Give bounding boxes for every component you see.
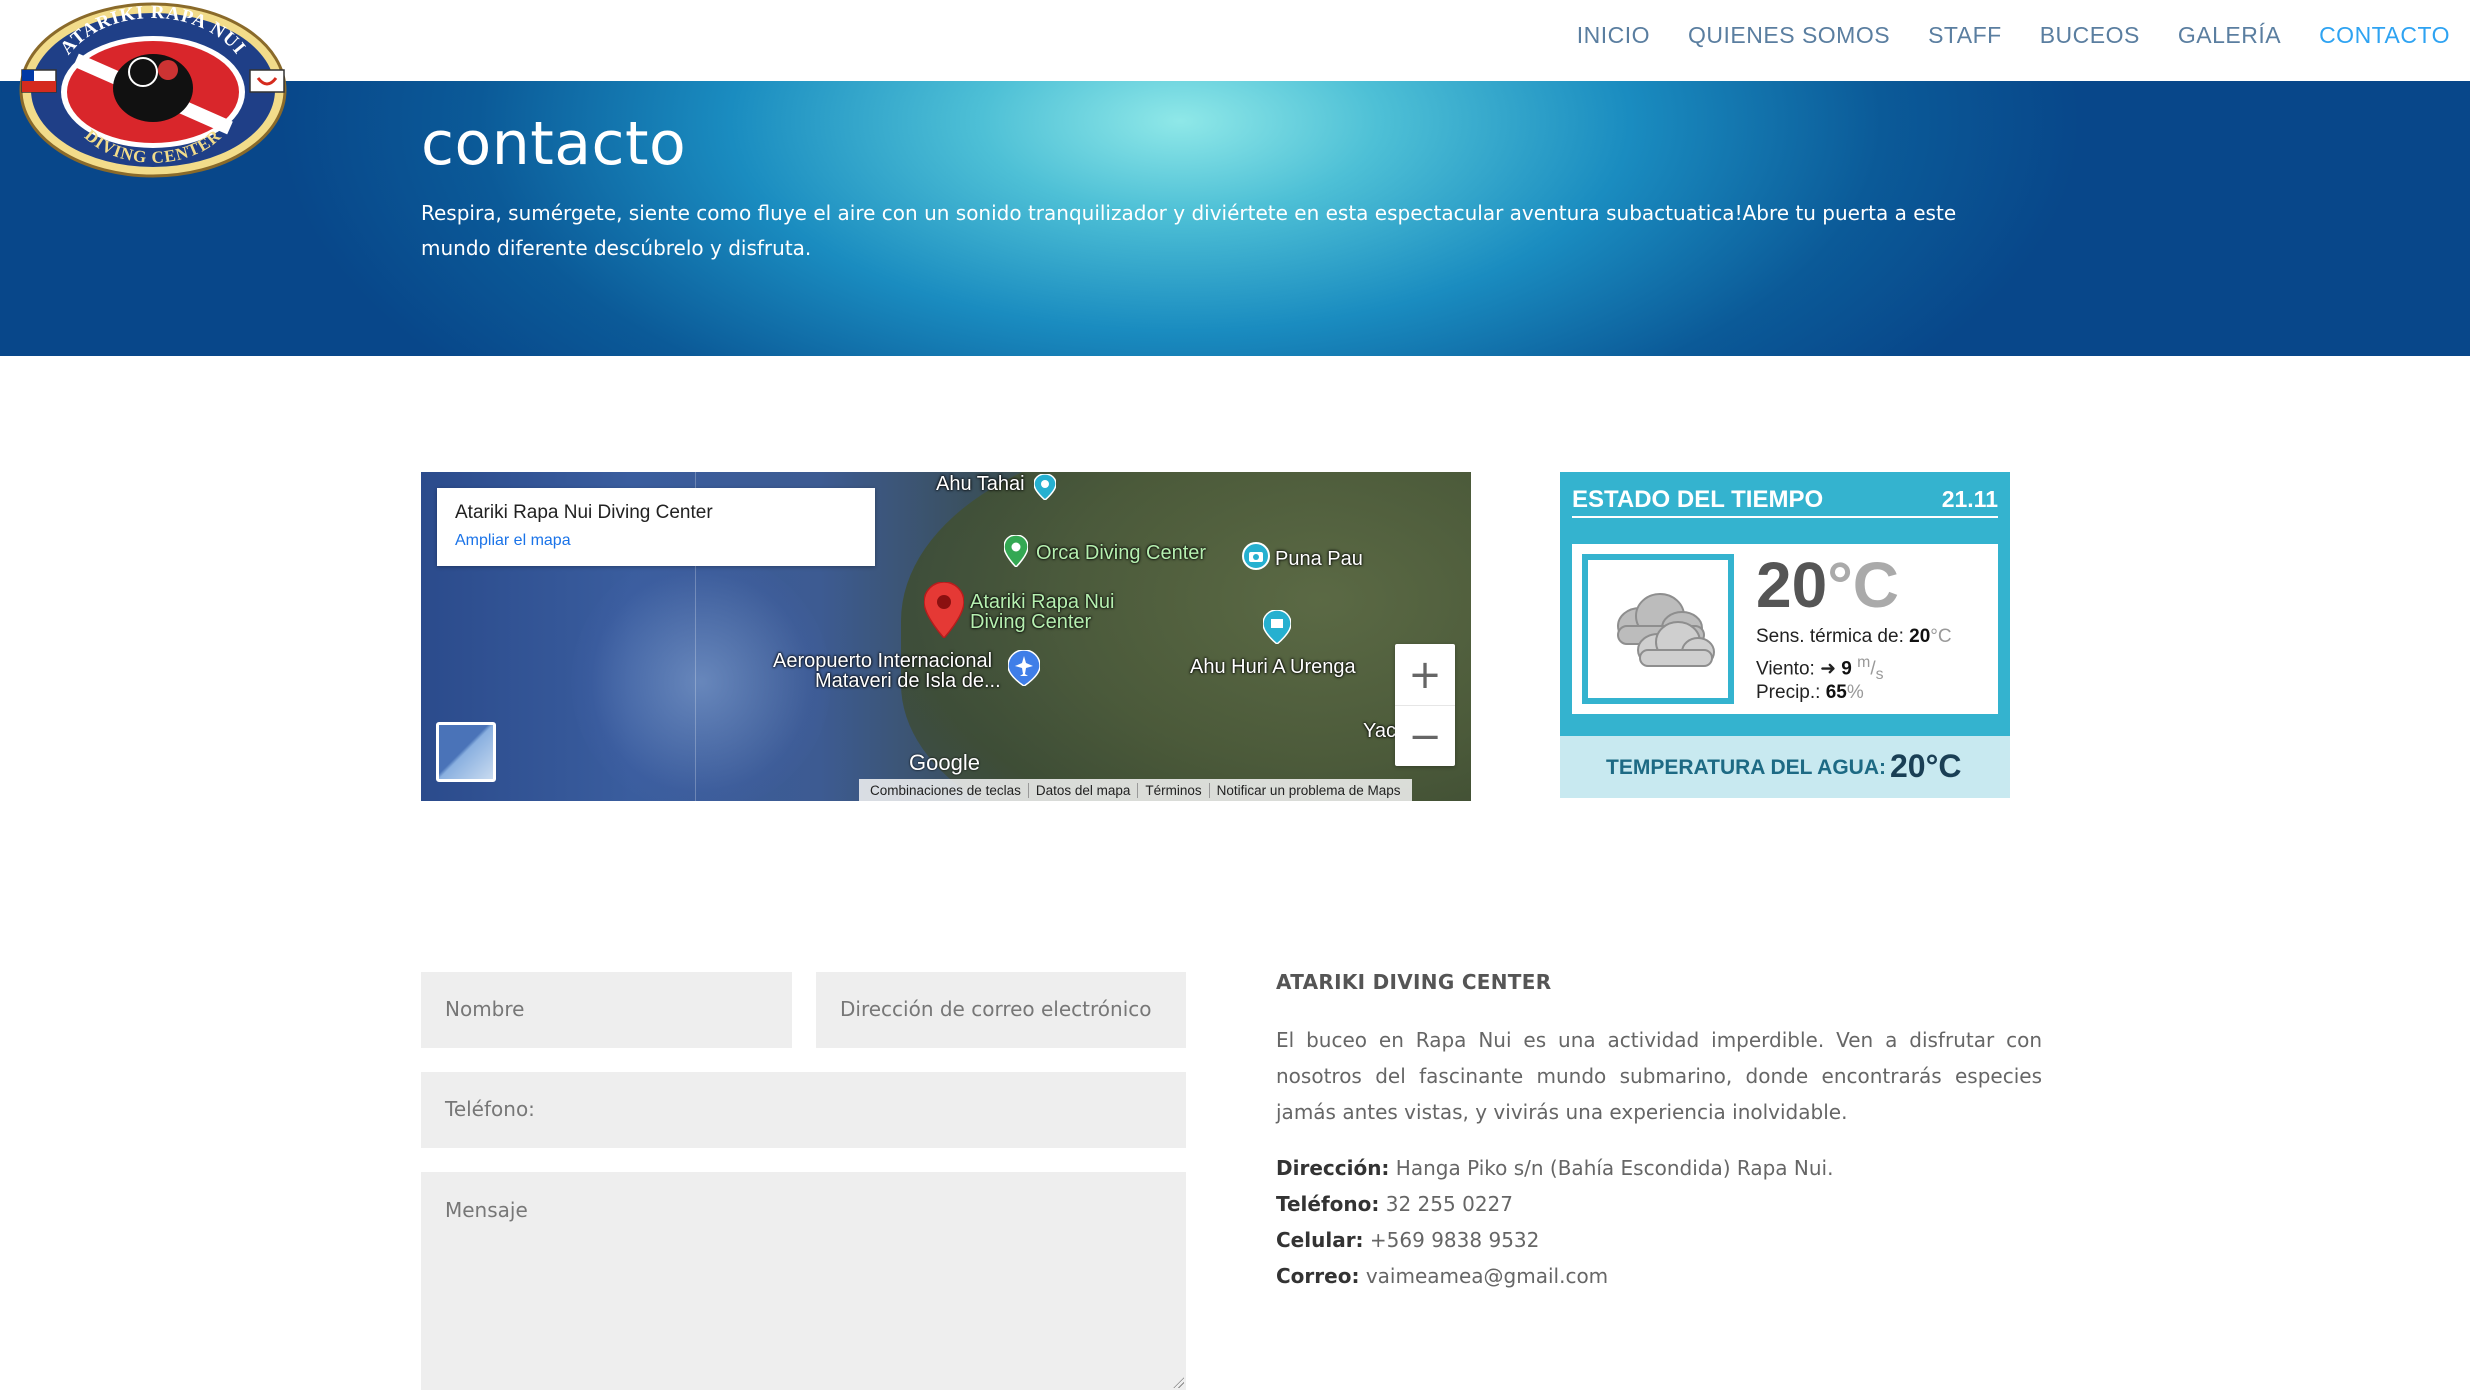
site-header: INICIO QUIENES SOMOS STAFF BUCEOS GALERÍ… <box>0 0 2470 81</box>
email-field[interactable]: Dirección de correo electrónico <box>816 972 1186 1048</box>
map-label-airport-1[interactable]: Aeropuerto Internacional <box>773 651 992 671</box>
hero-text: Respira, sumérgete, siente como fluye el… <box>421 201 1957 260</box>
map-report-link[interactable]: Notificar un problema de Maps <box>1210 783 1408 798</box>
contact-details: Dirección: Hanga Piko s/n (Bahía Escondi… <box>1276 1150 2042 1294</box>
wind-arrow-icon: ➜ <box>1820 658 1837 680</box>
contact-info: ATARIKI DIVING CENTER El buceo en Rapa N… <box>1276 970 2042 1294</box>
airport-icon[interactable] <box>1008 650 1040 686</box>
map-label-yac[interactable]: Yac <box>1363 721 1396 741</box>
weather-precip: Precip.: 65% <box>1756 682 1864 703</box>
site-logo[interactable]: ATARIKI RAPA NUI DIVING CENTER <box>18 0 288 180</box>
phone-line: Teléfono: 32 255 0227 <box>1276 1192 1513 1216</box>
weather-date: 21.11 <box>1941 486 1998 512</box>
name-placeholder: Nombre <box>445 997 525 1021</box>
map-label-ahu-tahai[interactable]: Ahu Tahai <box>936 474 1025 494</box>
map-info-card: Atariki Rapa Nui Diving Center Ampliar e… <box>437 488 875 566</box>
message-placeholder: Mensaje <box>445 1198 528 1222</box>
embedded-map[interactable]: Atariki Rapa Nui Diving Center Ampliar e… <box>421 472 1471 801</box>
email-line: Correo: vaimeamea@gmail.com <box>1276 1264 1609 1288</box>
map-pin-museum-icon[interactable] <box>1263 610 1291 644</box>
map-label-atariki-2[interactable]: Diving Center <box>970 612 1091 632</box>
weather-temperature: 20°C <box>1756 549 1899 621</box>
map-type-toggle[interactable] <box>436 722 496 782</box>
map-sea-texture <box>571 552 831 801</box>
message-field[interactable]: Mensaje <box>421 1172 1186 1390</box>
water-temp-label: TEMPERATURA DEL AGUA: <box>1606 756 1886 779</box>
weather-panel: 20°C Sens. térmica de: 20°C Viento: ➜ 9 … <box>1572 544 1998 714</box>
nav-galeria[interactable]: GALERÍA <box>2178 22 2281 49</box>
phone-field[interactable]: Teléfono: <box>421 1072 1186 1148</box>
hero-banner: contacto Respira, sumérgete, siente como… <box>0 81 2470 356</box>
info-description: El buceo en Rapa Nui es una actividad im… <box>1276 1028 2042 1124</box>
resize-handle[interactable] <box>1172 1376 1184 1388</box>
map-label-atariki-1[interactable]: Atariki Rapa Nui <box>970 592 1115 612</box>
map-land-texture <box>901 472 1471 801</box>
weather-icon-box <box>1582 554 1734 704</box>
nav-staff[interactable]: STAFF <box>1928 22 2002 49</box>
map-label-ahu-huri[interactable]: Ahu Huri A Urenga <box>1190 657 1356 677</box>
map-label-orca[interactable]: Orca Diving Center <box>1036 543 1206 563</box>
email-placeholder: Dirección de correo electrónico <box>840 997 1152 1021</box>
map-footer: Combinaciones de teclas Datos del mapa T… <box>859 779 1412 801</box>
mobile-line: Celular: +569 9838 9532 <box>1276 1228 1540 1252</box>
nav-quienes-somos[interactable]: QUIENES SOMOS <box>1688 22 1890 49</box>
zoom-in-button[interactable]: + <box>1395 644 1455 706</box>
nav-contacto[interactable]: CONTACTO <box>2319 22 2450 49</box>
map-pin-icon[interactable] <box>1034 474 1056 500</box>
map-place-title: Atariki Rapa Nui Diving Center <box>455 502 713 523</box>
page-title: contacto <box>421 109 687 179</box>
map-zoom-control: + − <box>1395 644 1455 766</box>
location-pin-icon[interactable] <box>924 582 964 638</box>
nav-inicio[interactable]: INICIO <box>1577 22 1650 49</box>
water-temperature: TEMPERATURA DEL AGUA: 20°C <box>1560 736 2010 798</box>
zoom-out-button[interactable]: − <box>1395 706 1455 767</box>
weather-widget[interactable]: ESTADO DEL TIEMPO 21.11 20°C Sens. térmi… <box>1560 472 2010 798</box>
weather-title: ESTADO DEL TIEMPO <box>1572 486 1824 513</box>
weather-wind: Viento: ➜ 9 m/s <box>1756 654 1884 684</box>
name-field[interactable]: Nombre <box>421 972 792 1048</box>
map-pin-camera-icon[interactable] <box>1242 542 1270 576</box>
google-logo: Google <box>909 750 980 775</box>
map-expand-link[interactable]: Ampliar el mapa <box>455 532 571 550</box>
water-temp-value: 20°C <box>1890 748 1962 784</box>
map-keyboard-shortcuts-link[interactable]: Combinaciones de teclas <box>863 782 1029 798</box>
map-data-link[interactable]: Datos del mapa <box>1029 782 1139 798</box>
address-line: Dirección: Hanga Piko s/n (Bahía Escondi… <box>1276 1156 1834 1180</box>
info-title: ATARIKI DIVING CENTER <box>1276 970 1552 994</box>
map-terms-link[interactable]: Términos <box>1138 782 1210 798</box>
phone-placeholder: Teléfono: <box>445 1097 535 1121</box>
weather-header: ESTADO DEL TIEMPO 21.11 <box>1572 486 1998 518</box>
map-pin-orca-icon[interactable] <box>1004 535 1028 567</box>
weather-feels-like: Sens. térmica de: 20°C <box>1756 626 1952 647</box>
map-label-puna-pau[interactable]: Puna Pau <box>1275 549 1363 569</box>
cloud-icon <box>1617 593 1715 667</box>
nav-buceos[interactable]: BUCEOS <box>2040 22 2140 49</box>
map-label-airport-2[interactable]: Mataveri de Isla de... <box>815 671 1001 691</box>
main-nav: INICIO QUIENES SOMOS STAFF BUCEOS GALERÍ… <box>1539 22 2450 49</box>
